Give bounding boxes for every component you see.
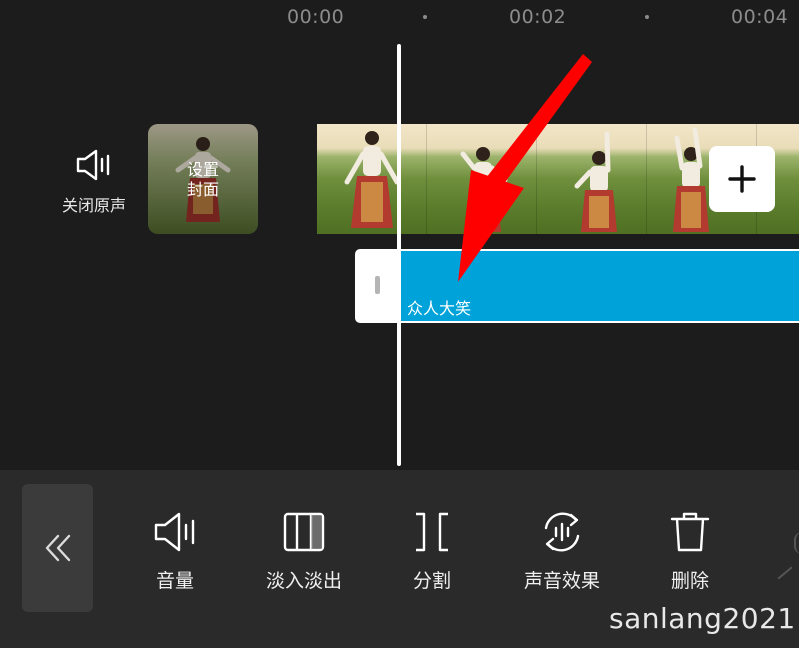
audio-clip[interactable]: 众人大笑 — [399, 249, 799, 323]
fade-tool-button[interactable]: 淡入淡出 — [249, 510, 359, 593]
double-chevron-left-icon — [45, 534, 70, 562]
volume-tool-button[interactable]: 音量 — [120, 510, 230, 593]
plus-icon — [728, 165, 756, 193]
next-tool-partial[interactable] — [772, 520, 799, 600]
speaker-icon — [154, 512, 195, 552]
watermark-text: sanlang2021 — [609, 602, 796, 635]
ruler-tick-0: 00:00 — [287, 6, 345, 28]
cover-label-line2: 封面 — [186, 180, 219, 199]
set-cover-button[interactable]: 设置 封面 — [148, 124, 258, 234]
speaker-icon — [76, 149, 110, 181]
trash-icon — [670, 512, 710, 552]
video-frame — [427, 124, 537, 234]
video-frame — [537, 124, 647, 234]
ruler-dot — [423, 15, 427, 19]
audio-clip-name: 众人大笑 — [407, 299, 472, 318]
trim-grip-icon — [375, 276, 380, 294]
split-tool-button[interactable]: 分割 — [377, 510, 487, 593]
voice-effect-tool-button[interactable]: 声音效果 — [507, 510, 617, 593]
playhead[interactable] — [397, 44, 401, 466]
split-tool-label: 分割 — [412, 570, 451, 592]
ruler-tick-2: 00:02 — [509, 6, 567, 28]
fade-icon — [283, 512, 325, 552]
voice-effect-tool-label: 声音效果 — [523, 570, 600, 592]
delete-tool-label: 删除 — [670, 570, 709, 592]
mute-original-label: 关闭原声 — [61, 196, 126, 215]
ruler-dot — [645, 15, 649, 19]
add-clip-button[interactable] — [709, 146, 775, 212]
mute-original-button[interactable]: 关闭原声 — [52, 148, 136, 216]
voice-effect-icon — [544, 512, 580, 552]
fade-tool-label: 淡入淡出 — [265, 570, 342, 592]
delete-tool-button[interactable]: 删除 — [635, 510, 745, 593]
ruler-tick-4: 00:04 — [731, 6, 789, 28]
audio-trim-handle[interactable] — [355, 249, 401, 323]
volume-tool-label: 音量 — [155, 570, 194, 592]
collapse-toolbar-button[interactable] — [22, 484, 93, 612]
split-icon — [416, 512, 448, 552]
video-frame — [317, 124, 427, 234]
cover-label-line1: 设置 — [186, 160, 219, 179]
